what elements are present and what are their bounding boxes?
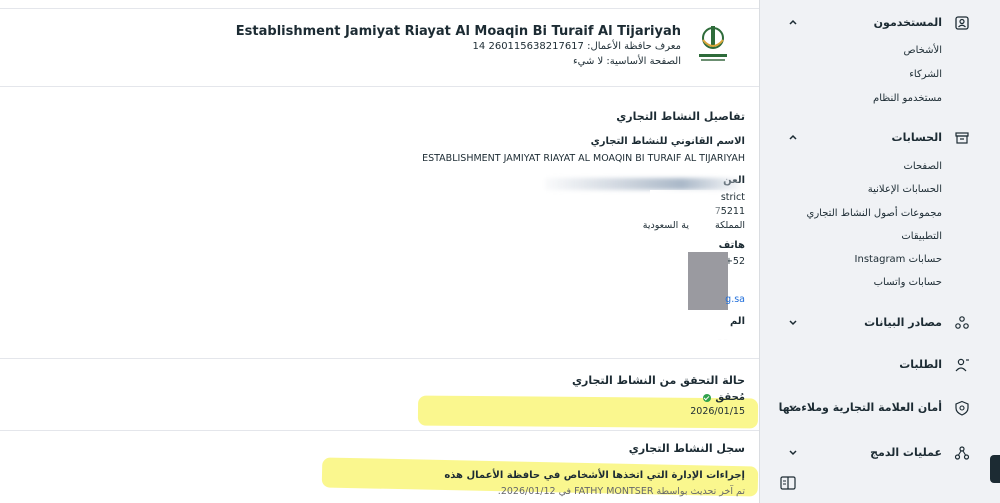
sidebar-item-asset-groups[interactable]: مجموعات أصول النشاط التجاري [807, 208, 942, 219]
nav-integrations-label: عمليات الدمج [870, 446, 942, 459]
nav-accounts[interactable]: الحسابات [760, 125, 1000, 151]
verified-check-icon [703, 393, 712, 402]
address-line-3a: المملكة [714, 220, 745, 231]
chevron-down-icon[interactable] [788, 317, 798, 327]
chevron-up-icon[interactable] [788, 17, 798, 27]
business-header: Establishment Jamiyat Riayat Al Moaqin B… [236, 20, 731, 72]
divider [0, 358, 759, 359]
legal-name-label: الاسم القانوني للنشاط التجاري [590, 136, 745, 147]
sidebar-item-people[interactable]: الأشخاص [904, 45, 942, 56]
business-logo [699, 26, 727, 61]
nav-brand-safety-label: أمان العلامة التجارية وملاءمتها [778, 401, 942, 414]
panel-toggle-icon[interactable] [780, 476, 796, 490]
shield-icon [955, 400, 969, 416]
sidebar-item-instagram-accounts[interactable]: حسابات Instagram [855, 254, 942, 265]
verification-status-text: مُحقق [715, 392, 745, 403]
requests-icon [955, 358, 969, 372]
verification-title: حالة التحقق من النشاط التجاري [571, 374, 745, 387]
chevron-down-icon[interactable] [788, 447, 798, 457]
main-panel: Establishment Jamiyat Riayat Al Moaqin B… [0, 0, 760, 503]
top-border [0, 8, 759, 9]
nav-requests-label: الطلبات [899, 358, 942, 371]
nav-brand-safety[interactable]: أمان العلامة التجارية وملاءمتها [760, 395, 1000, 421]
activity-log-title: سجل النشاط التجاري [628, 442, 745, 455]
chevron-down-icon[interactable] [788, 402, 798, 412]
address-line-3b: ية السعودية [642, 220, 689, 231]
users-icon [955, 16, 969, 30]
sidebar-item-pages[interactable]: الصفحات [904, 161, 942, 172]
nav-users[interactable]: المستخدمون [760, 10, 1000, 36]
business-name: Establishment Jamiyat Riayat Al Moaqin B… [235, 24, 681, 39]
details-title: تفاصيل النشاط التجاري [616, 110, 745, 123]
website-link[interactable]: g.sa [725, 294, 745, 305]
redacted-address [545, 178, 740, 190]
address-line-1: strict [720, 192, 745, 203]
business-primary-page: الصفحة الأساسية: لا شيء [572, 56, 681, 67]
nav-integrations[interactable]: عمليات الدمج [760, 440, 1000, 466]
extra-label: الم [729, 316, 745, 327]
verification-status: مُحقق [703, 392, 745, 403]
nav-users-label: المستخدمون [873, 16, 942, 29]
sidebar-item-partners[interactable]: الشركاء [909, 69, 942, 80]
settings-sidebar: المستخدمون الأشخاص الشركاء مستخدمو النظا… [760, 0, 1000, 503]
activity-entry-meta: تم آخر تحديث بواسطة FATHY MONTSER في 202… [497, 486, 745, 497]
sidebar-item-whatsapp-accounts[interactable]: حسابات واتساب [874, 277, 942, 288]
divider [0, 430, 759, 431]
nav-data-sources-label: مصادر البيانات [864, 316, 942, 329]
sidebar-item-ad-accounts[interactable]: الحسابات الإعلانية [868, 184, 942, 195]
redacted-address-fade [650, 190, 720, 220]
nav-accounts-label: الحسابات [891, 131, 942, 144]
redacted-contact [688, 252, 728, 310]
verification-date: 2026/01/15 [690, 406, 745, 417]
divider [0, 86, 759, 87]
data-sources-icon [955, 316, 969, 329]
redacted-extra [680, 312, 728, 352]
sidebar-item-apps[interactable]: التطبيقات [901, 231, 942, 242]
sidebar-item-system-users[interactable]: مستخدمو النظام [873, 93, 942, 104]
chevron-up-icon[interactable] [788, 132, 798, 142]
legal-name-value: ESTABLISHMENT JAMIYAT RIAYAT AL MOAQIN B… [422, 153, 745, 164]
integrations-icon [954, 446, 970, 460]
phone-label: هاتف [718, 240, 745, 251]
business-id: معرف حافظة الأعمال: 260115638217617 14 [472, 41, 681, 52]
nav-data-sources[interactable]: مصادر البيانات [760, 310, 1000, 336]
nav-requests[interactable]: الطلبات [760, 352, 1000, 378]
activity-entry-title[interactable]: إجراءات الإدارة التي اتخذها الأشخاص في ح… [444, 470, 745, 481]
edge-handle[interactable] [990, 455, 1000, 483]
accounts-icon [955, 132, 969, 144]
